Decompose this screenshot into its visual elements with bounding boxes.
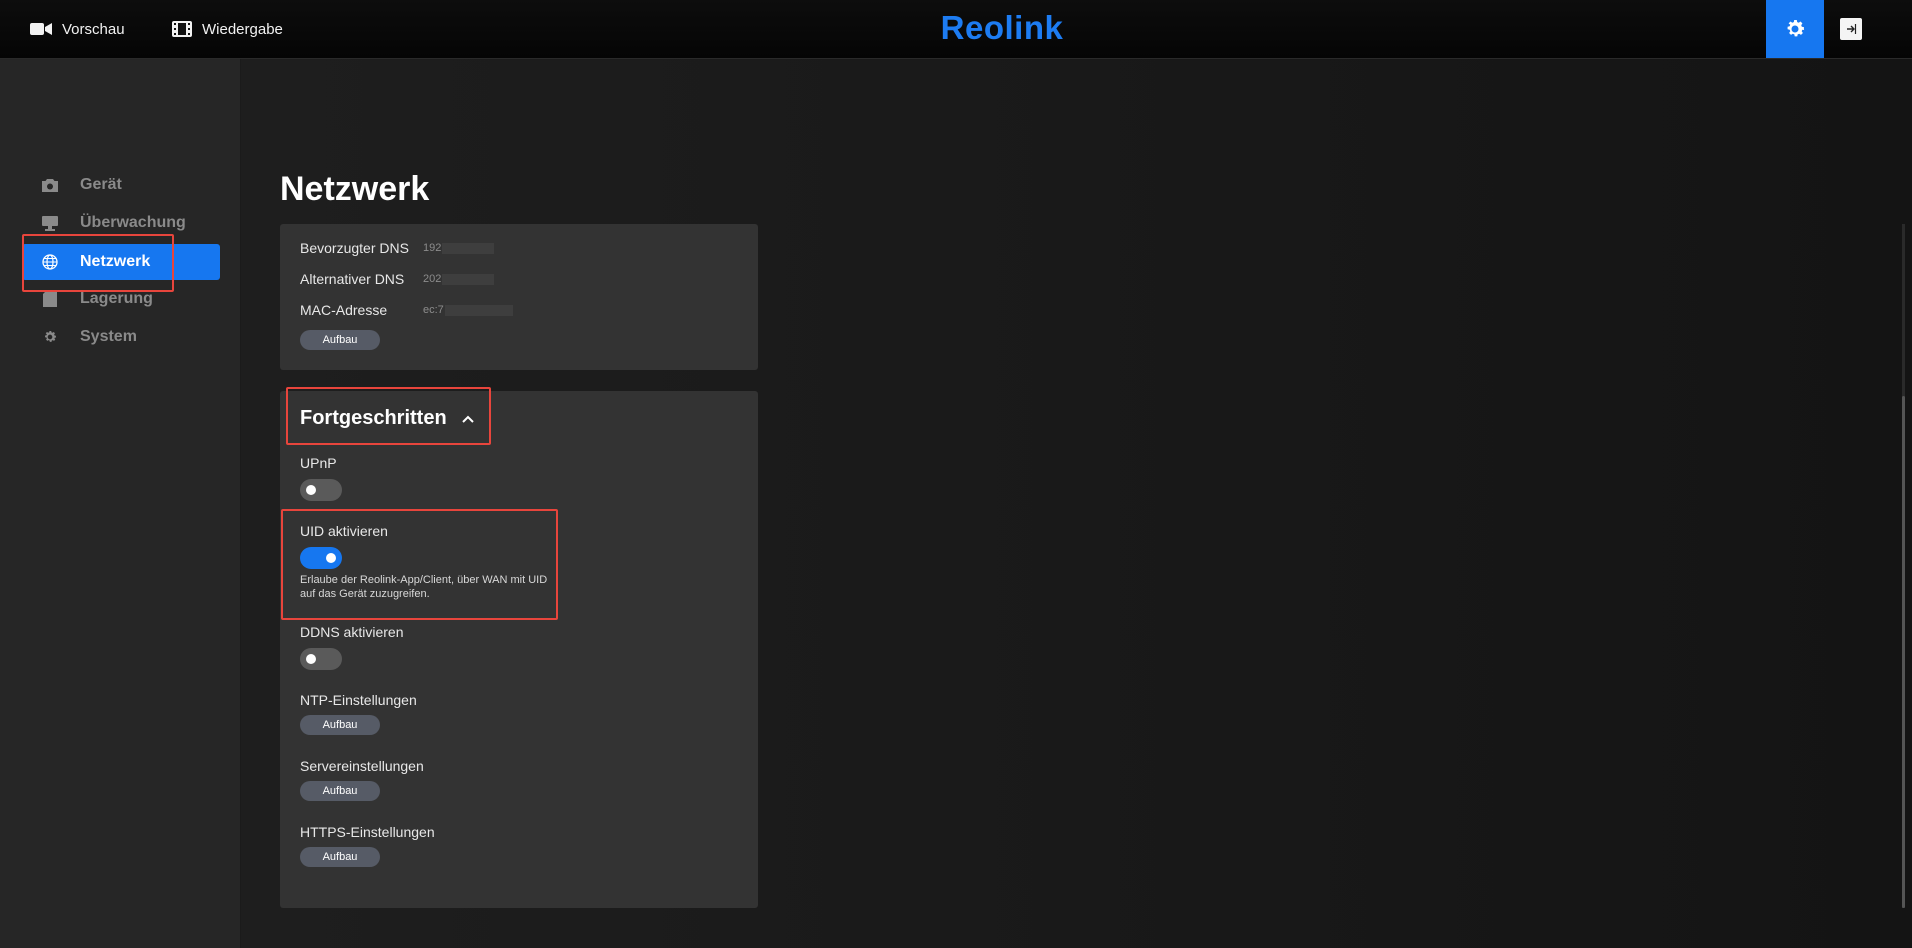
mac-label: MAC-Adresse xyxy=(300,302,388,318)
advanced-title: Fortgeschritten xyxy=(300,407,447,429)
advanced-card: Fortgeschritten UPnP UID aktivieren Erla… xyxy=(280,391,758,908)
server-setup-button[interactable]: Aufbau xyxy=(300,781,380,801)
monitor-icon xyxy=(40,213,60,233)
sidebar-item-surveillance[interactable]: Überwachung xyxy=(22,205,220,241)
sidebar-item-label: Überwachung xyxy=(80,214,186,231)
network-setup-button[interactable]: Aufbau xyxy=(300,330,380,350)
uid-help-text: Erlaube der Reolink-App/Client, über WAN… xyxy=(300,574,548,600)
preview-label: Vorschau xyxy=(62,20,125,38)
settings-button[interactable] xyxy=(1766,0,1824,58)
sidebar-item-label: Lagerung xyxy=(80,290,153,307)
logout-arrow-icon xyxy=(1847,24,1857,34)
mac-value: ec:7 xyxy=(423,304,513,316)
ddns-label: DDNS aktivieren xyxy=(300,624,404,640)
dns-preferred-label: Bevorzugter DNS xyxy=(300,240,409,256)
toggle-knob xyxy=(326,553,336,563)
redacted-block xyxy=(442,242,495,254)
dns-preferred-value: 192 xyxy=(423,242,495,254)
uid-label: UID aktivieren xyxy=(300,523,388,539)
sidebar-item-storage[interactable]: Lagerung xyxy=(22,281,220,317)
ntp-label: NTP-Einstellungen xyxy=(300,692,417,708)
uid-toggle[interactable] xyxy=(300,547,342,569)
logout-button[interactable] xyxy=(1840,18,1862,40)
globe-icon xyxy=(40,252,60,272)
sidebar-item-label: Gerät xyxy=(80,176,122,193)
gear-icon xyxy=(40,327,60,347)
sidebar-item-device[interactable]: Gerät xyxy=(22,167,220,203)
redacted-block xyxy=(444,304,513,316)
dns-alt-value: 202 xyxy=(423,273,495,285)
chevron-up-icon xyxy=(461,415,474,423)
toggle-knob xyxy=(306,485,316,495)
camera-icon xyxy=(40,175,60,195)
upnp-label: UPnP xyxy=(300,455,337,471)
upnp-toggle[interactable] xyxy=(300,479,342,501)
reolink-logo: Reolink xyxy=(940,9,1064,46)
scrollbar-thumb[interactable] xyxy=(1902,396,1905,908)
sidebar-item-system[interactable]: System xyxy=(22,319,220,355)
storage-icon xyxy=(40,289,60,309)
toggle-knob xyxy=(306,654,316,664)
top-bar: Vorschau Wiedergabe Reolink xyxy=(0,0,1912,59)
film-icon xyxy=(172,21,192,37)
sidebar-item-network[interactable]: Netzwerk xyxy=(22,244,220,280)
network-info-card: Bevorzugter DNS 192 Alternativer DNS 202… xyxy=(280,224,758,370)
preview-nav-button[interactable]: Vorschau xyxy=(30,0,125,58)
dns-alt-label: Alternativer DNS xyxy=(300,271,405,287)
redacted-block xyxy=(442,273,495,285)
server-label: Servereinstellungen xyxy=(300,758,424,774)
video-camera-icon xyxy=(30,23,52,35)
advanced-section-header[interactable]: Fortgeschritten xyxy=(300,407,475,430)
https-setup-button[interactable]: Aufbau xyxy=(300,847,380,867)
page-title: Netzwerk xyxy=(280,170,430,208)
ddns-toggle[interactable] xyxy=(300,648,342,670)
playback-label: Wiedergabe xyxy=(202,20,283,38)
sidebar-item-label: System xyxy=(80,328,137,345)
ntp-setup-button[interactable]: Aufbau xyxy=(300,715,380,735)
playback-nav-button[interactable]: Wiedergabe xyxy=(172,0,283,58)
sidebar-item-label: Netzwerk xyxy=(80,253,151,270)
gear-icon xyxy=(1787,20,1805,37)
https-label: HTTPS-Einstellungen xyxy=(300,824,435,840)
